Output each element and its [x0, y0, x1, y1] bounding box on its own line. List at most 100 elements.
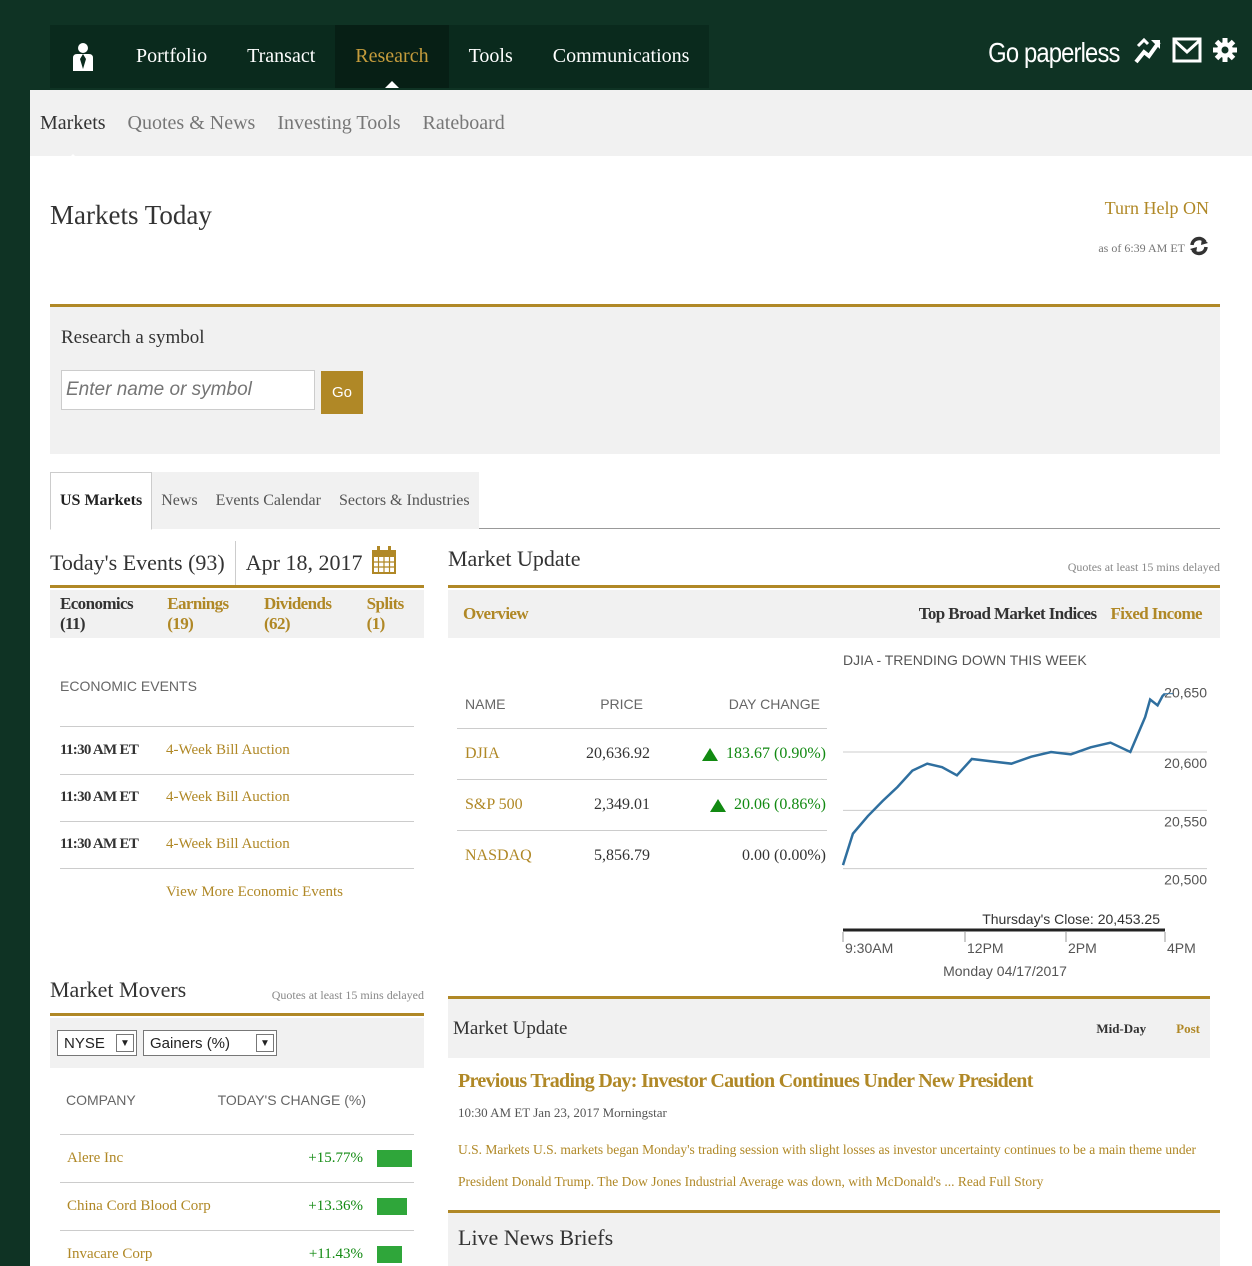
subnav-rateboard[interactable]: Rateboard [423, 112, 505, 135]
as-of-timestamp: as of 6:39 AM ET [1098, 236, 1209, 260]
chart-arrow-icon[interactable] [1134, 36, 1162, 69]
events-date: Apr 18, 2017 [245, 549, 363, 575]
view-more-events-link[interactable]: View More Economic Events [166, 884, 343, 901]
tab-us-markets[interactable]: US Markets [50, 472, 153, 530]
x-tick-label: 2PM [1068, 940, 1097, 956]
gear-icon[interactable] [1212, 37, 1238, 68]
read-full-story-link[interactable]: Read Full Story [958, 1174, 1044, 1189]
table-row: China Cord Blood Corp +13.36% [60, 1182, 414, 1230]
chevron-down-icon: ▼ [256, 1034, 274, 1052]
col-change: TODAY'S CHANGE (%) [217, 1092, 366, 1108]
mail-icon[interactable] [1172, 37, 1202, 68]
company-link[interactable]: Alere Inc [67, 1150, 297, 1167]
event-link[interactable]: 4-Week Bill Auction [166, 742, 290, 759]
event-time: 11:30 AM ET [60, 741, 139, 758]
subnav-investing-tools[interactable]: Investing Tools [277, 112, 400, 135]
overview-link[interactable]: Overview [463, 604, 529, 624]
events-header: Today's Events (93) Apr 18, 2017 [50, 540, 424, 588]
news-update-title: Market Update [453, 1017, 568, 1039]
post-tab[interactable]: Post [1176, 1021, 1200, 1037]
tab-news[interactable]: News [152, 472, 207, 529]
movers-type-value: Gainers (%) [150, 1034, 231, 1052]
story-body: U.S. Markets U.S. markets began Monday's… [458, 1134, 1218, 1198]
event-time: 11:30 AM ET [60, 836, 139, 853]
symbol-search-input[interactable] [61, 370, 315, 410]
movers-type-select[interactable]: Gainers (%) ▼ [143, 1030, 277, 1056]
filter-economics[interactable]: Economics (11) [60, 594, 159, 634]
nav-portfolio[interactable]: Portfolio [116, 25, 227, 88]
index-change: 183.67 (0.90%) [650, 745, 826, 763]
table-row: S&P 500 2,349.01 20.06 (0.86%) [457, 779, 827, 830]
exchange-select[interactable]: NYSE ▼ [57, 1030, 137, 1056]
news-update-header: Market Update Mid-Day Post [448, 996, 1210, 1058]
top-indices-tab[interactable]: Top Broad Market Indices [919, 604, 1097, 624]
change-bar [377, 1198, 407, 1215]
nav-transact[interactable]: Transact [227, 25, 335, 88]
index-table: DJIA 20,636.92 183.67 (0.90%) S&P 500 2,… [457, 728, 827, 881]
company-link[interactable]: China Cord Blood Corp [67, 1198, 297, 1215]
mid-day-tab[interactable]: Mid-Day [1096, 1021, 1146, 1037]
help-toggle-link[interactable]: Turn Help ON [1105, 198, 1209, 219]
filter-splits[interactable]: Splits (1) [367, 594, 424, 634]
event-time: 11:30 AM ET [60, 789, 139, 806]
table-row: 11:30 AM ET 4-Week Bill Auction [60, 821, 414, 869]
index-link[interactable]: S&P 500 [465, 796, 565, 814]
nav-research[interactable]: Research [335, 25, 449, 88]
event-link[interactable]: 4-Week Bill Auction [166, 789, 290, 806]
company-link[interactable]: Invacare Corp [67, 1246, 297, 1263]
index-change: 0.00 (0.00%) [650, 847, 826, 865]
main-nav: Portfolio Transact Research Tools Commun… [50, 25, 710, 88]
page-title: Markets Today [50, 200, 212, 230]
tab-sectors-industries[interactable]: Sectors & Industries [329, 472, 479, 529]
x-axis-label: Monday 04/17/2017 [943, 963, 1067, 979]
refresh-icon[interactable] [1189, 236, 1209, 260]
top-bar: Portfolio Transact Research Tools Commun… [0, 0, 1252, 90]
index-column-headers: NAME PRICE DAY CHANGE [465, 696, 820, 712]
market-tabs: US Markets News Events Calendar Sectors … [50, 472, 1220, 530]
index-change-value: 0.00 (0.00%) [742, 847, 826, 864]
x-tick-label: 4PM [1167, 940, 1196, 956]
sub-nav: Markets Quotes & News Investing Tools Ra… [30, 90, 1252, 162]
index-price: 20,636.92 [586, 745, 650, 762]
event-link[interactable]: 4-Week Bill Auction [166, 836, 290, 853]
calendar-icon[interactable] [372, 545, 397, 580]
story-text: U.S. Markets U.S. markets began Monday's… [458, 1142, 1197, 1189]
movers-table: Alere Inc +15.77% China Cord Blood Corp … [60, 1134, 414, 1266]
tab-events-calendar[interactable]: Events Calendar [206, 472, 330, 529]
up-arrow-icon [710, 798, 727, 812]
story-meta: 10:30 AM ET Jan 23, 2017 Morningstar [458, 1105, 667, 1120]
djia-series-line [841, 692, 1166, 866]
table-row: NASDAQ 5,856.79 0.00 (0.00%) [457, 830, 827, 881]
y-tick-label: 20,550 [1164, 813, 1207, 829]
market-update-title: Market Update [448, 546, 581, 571]
nav-tools[interactable]: Tools [449, 25, 533, 88]
go-paperless-link[interactable]: Go paperless [989, 37, 1121, 69]
index-change: 20.06 (0.86%) [650, 796, 826, 814]
y-tick-label: 20,500 [1164, 872, 1207, 888]
fixed-income-tab[interactable]: Fixed Income [1111, 604, 1203, 624]
index-link[interactable]: DJIA [465, 745, 565, 763]
delay-note: Quotes at least 15 mins delayed [1067, 560, 1220, 574]
up-arrow-icon [702, 747, 719, 761]
subnav-quotes-news[interactable]: Quotes & News [128, 112, 256, 135]
market-movers-controls: NYSE ▼ Gainers (%) ▼ [50, 1018, 424, 1068]
user-icon[interactable] [50, 25, 116, 88]
change-bar [377, 1150, 412, 1167]
filter-earnings[interactable]: Earnings (19) [167, 594, 256, 634]
go-button[interactable]: Go [321, 371, 363, 414]
economic-events-table: 11:30 AM ET 4-Week Bill Auction 11:30 AM… [60, 726, 414, 869]
market-update-subnav: Overview Top Broad Market Indices Fixed … [448, 590, 1220, 638]
subnav-markets[interactable]: Markets [40, 112, 106, 162]
story-headline-link[interactable]: Previous Trading Day: Investor Caution C… [458, 1070, 1033, 1093]
live-news-title: Live News Briefs [458, 1225, 614, 1250]
chevron-down-icon: ▼ [116, 1034, 134, 1052]
index-link[interactable]: NASDAQ [465, 847, 565, 865]
filter-dividends[interactable]: Dividends (62) [264, 594, 359, 634]
exchange-value: NYSE [64, 1034, 105, 1052]
table-row: 11:30 AM ET 4-Week Bill Auction [60, 726, 414, 774]
research-symbol-panel: Research a symbol Go [50, 304, 1220, 454]
col-price: PRICE [600, 696, 643, 712]
movers-column-headers: COMPANY TODAY'S CHANGE (%) [66, 1092, 366, 1108]
change-value: +15.77% [308, 1150, 363, 1166]
nav-communications[interactable]: Communications [533, 25, 710, 88]
